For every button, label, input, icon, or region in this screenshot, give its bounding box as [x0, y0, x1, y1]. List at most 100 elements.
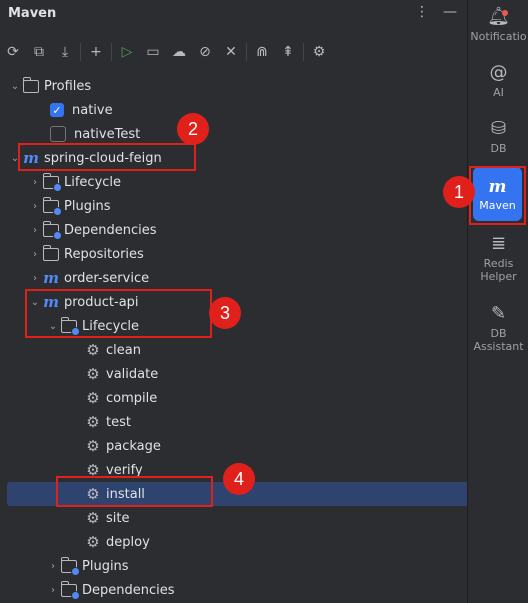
tree-node-profiles[interactable]: ⌄ Profiles: [0, 74, 468, 98]
run-icon[interactable]: ▷: [114, 40, 140, 64]
chevron-right-icon[interactable]: ›: [46, 561, 60, 572]
tree-label: nativeTest: [74, 126, 141, 142]
bell-icon: 🔔︎: [487, 6, 510, 27]
tree-label: native: [72, 102, 113, 118]
more-options-icon[interactable]: ⋮: [415, 4, 429, 20]
gear-icon: ⚙: [86, 341, 100, 359]
download-sources-icon[interactable]: ⤓: [52, 40, 78, 64]
profile-native[interactable]: ✓ native: [0, 98, 510, 122]
show-dependencies-icon[interactable]: ⋒: [249, 40, 275, 64]
generate-sources-icon[interactable]: ⧉: [26, 40, 52, 64]
gear-icon: ⚙: [86, 533, 100, 551]
lifecycle-phase-test[interactable]: ⚙ test: [0, 410, 528, 434]
add-project-icon[interactable]: +: [83, 40, 109, 64]
execute-goal-icon[interactable]: ▭: [140, 40, 166, 64]
maven-toolbar: ⟳ ⧉ ⤓ + ▷ ▭ ☁ ⊘ ✕ ⋒ ⇞ ⚙: [0, 38, 467, 66]
tree-node-plugins[interactable]: › Plugins: [0, 194, 488, 218]
panel-title: Maven: [8, 6, 57, 21]
skip-tests-icon[interactable]: ⊘: [192, 40, 218, 64]
annotation-box-4: [56, 476, 213, 507]
tree-label: package: [106, 438, 161, 454]
gear-icon: ⚙: [86, 365, 100, 383]
notifications-tool-button[interactable]: 🔔︎ Notificatio: [468, 6, 528, 43]
lifecycle-phase-deploy[interactable]: ⚙ deploy: [0, 530, 528, 554]
collapse-icon[interactable]: ✕: [218, 40, 244, 64]
tree-label: Plugins: [82, 558, 129, 574]
tree-label: Plugins: [64, 198, 111, 214]
folder-icon: [42, 220, 62, 240]
title-actions: ⋮ —: [415, 4, 457, 20]
minimize-icon[interactable]: —: [443, 4, 457, 20]
annotation-number-2: 2: [177, 113, 209, 145]
chevron-down-icon[interactable]: ⌄: [8, 81, 22, 92]
folder-icon: [42, 244, 60, 263]
tree-node-order-service[interactable]: › m order-service: [0, 266, 488, 290]
lifecycle-phase-clean[interactable]: ⚙ clean: [0, 338, 528, 362]
tree-label: site: [106, 510, 130, 526]
tree-label: Dependencies: [64, 222, 157, 238]
tree-label: validate: [106, 366, 159, 382]
ai-spiral-icon: @: [489, 62, 508, 83]
chevron-right-icon[interactable]: ›: [28, 249, 42, 260]
tool-label: DB: [490, 327, 507, 340]
database-icon: ⛁: [490, 118, 507, 139]
tree-label: Dependencies: [82, 582, 175, 598]
tree-label: Lifecycle: [64, 174, 122, 190]
chevron-right-icon[interactable]: ›: [46, 585, 60, 596]
tree-label: Profiles: [44, 78, 92, 94]
tree-label: compile: [106, 390, 158, 406]
annotation-box-1: [469, 166, 526, 225]
notification-dot: [502, 10, 508, 16]
lifecycle-phase-package[interactable]: ⚙ package: [0, 434, 528, 458]
gear-icon: ⚙: [86, 509, 100, 527]
annotation-number-3: 3: [209, 297, 241, 329]
folder-icon: [60, 556, 80, 576]
tree-label: test: [106, 414, 131, 430]
reload-all-icon[interactable]: ⟳: [0, 40, 26, 64]
db-tool-button[interactable]: ⛁ DB: [468, 118, 528, 155]
chevron-right-icon[interactable]: ›: [28, 177, 42, 188]
toolbar-divider: [111, 43, 112, 61]
lifecycle-phase-site[interactable]: ⚙ site: [0, 506, 528, 530]
toolbar-divider: [80, 43, 81, 61]
right-tool-strip: 🔔︎ Notificatio @ AI ⛁ DB ≣ Redis Helper …: [467, 0, 528, 603]
tool-label: Redis: [483, 257, 514, 270]
tree-label: order-service: [64, 270, 150, 286]
settings-gear-icon[interactable]: ⚙: [306, 40, 332, 64]
expand-all-icon[interactable]: ⇞: [275, 40, 301, 64]
maven-module-icon: m: [43, 269, 59, 287]
folder-icon: [42, 172, 62, 192]
tree-node-dependencies[interactable]: › Dependencies: [0, 218, 488, 242]
tree-node-product-api-dependencies[interactable]: › Dependencies: [0, 578, 506, 602]
db-assistant-icon: ✎: [490, 303, 507, 324]
annotation-box-3: [25, 289, 212, 338]
lifecycle-phase-compile[interactable]: ⚙ compile: [0, 386, 528, 410]
gear-icon: ⚙: [86, 389, 100, 407]
annotation-number-1: 1: [443, 176, 475, 208]
redis-icon: ≣: [490, 233, 507, 254]
tool-label: Notificatio: [470, 30, 527, 43]
tool-label: DB: [490, 142, 507, 155]
toolbar-divider: [246, 43, 247, 61]
toolbar-divider: [303, 43, 304, 61]
lifecycle-phase-validate[interactable]: ⚙ validate: [0, 362, 528, 386]
folder-icon: [60, 580, 80, 600]
ai-tool-button[interactable]: @ AI: [468, 62, 528, 99]
folder-icon: [42, 196, 62, 216]
chevron-right-icon[interactable]: ›: [28, 225, 42, 236]
db-assistant-tool-button[interactable]: ✎ DB Assistant: [468, 303, 528, 353]
annotation-number-4: 4: [223, 463, 255, 495]
tree-node-product-api-plugins[interactable]: › Plugins: [0, 554, 506, 578]
checkbox-unchecked[interactable]: [50, 126, 66, 142]
tool-label: AI: [493, 86, 504, 99]
tree-node-lifecycle[interactable]: › Lifecycle: [0, 170, 488, 194]
gear-icon: ⚙: [86, 413, 100, 431]
tree-node-repositories[interactable]: › Repositories: [0, 242, 488, 266]
chevron-right-icon[interactable]: ›: [28, 273, 42, 284]
chevron-right-icon[interactable]: ›: [28, 201, 42, 212]
offline-mode-icon[interactable]: ☁: [166, 40, 192, 64]
redis-helper-tool-button[interactable]: ≣ Redis Helper: [468, 233, 528, 283]
annotation-box-2: [18, 143, 196, 171]
tree-label: Repositories: [64, 246, 144, 262]
checkbox-checked[interactable]: ✓: [50, 103, 64, 117]
